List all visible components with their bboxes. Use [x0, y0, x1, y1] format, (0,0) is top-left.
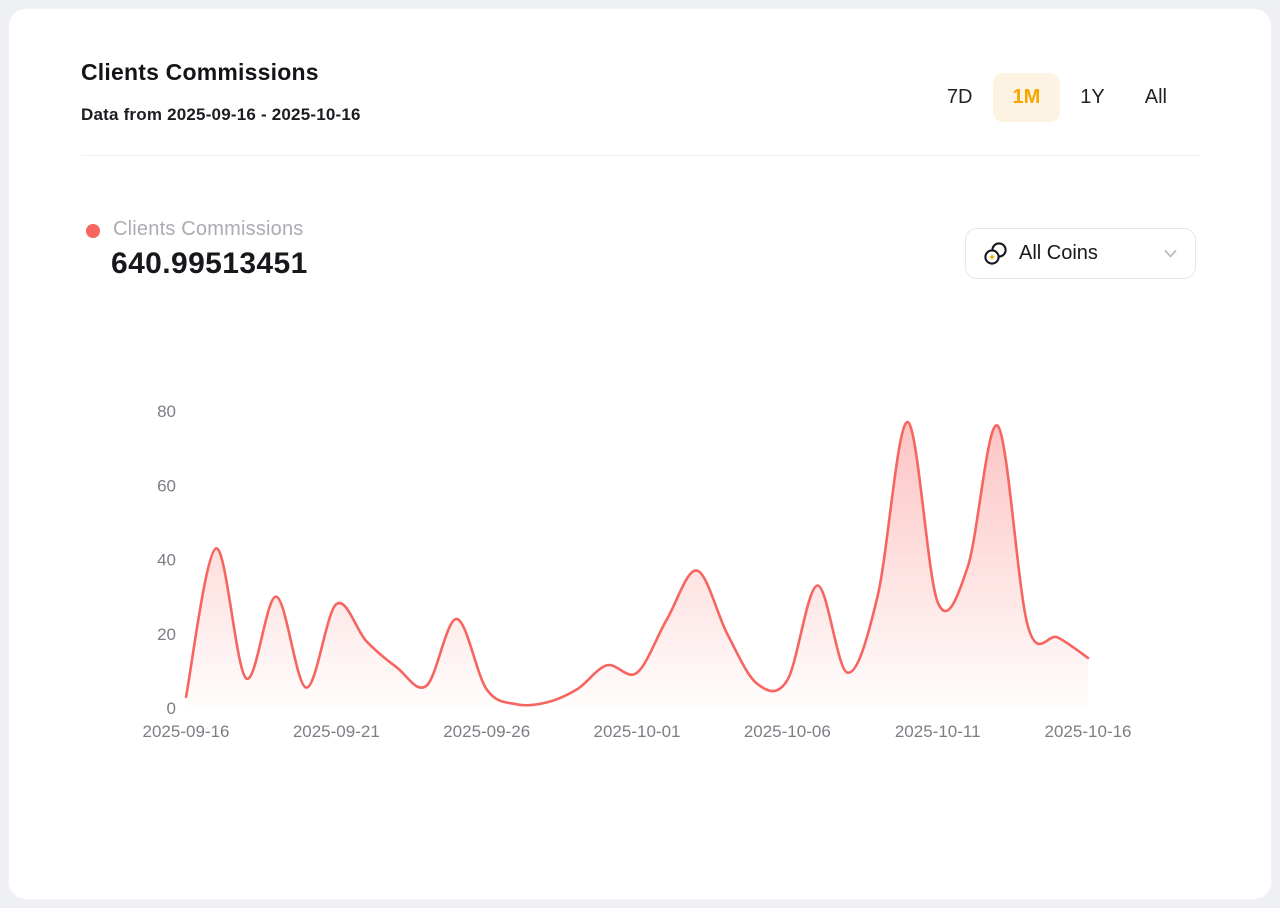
y-axis-tick: 60 [157, 476, 176, 495]
clients-commissions-card: Clients Commissions Data from 2025-09-16… [8, 8, 1272, 900]
chart-area: 0 20 40 60 80 2025-09-16 2025-09-21 2025-09-26… [101, 391, 1161, 761]
range-button-7d[interactable]: 7D [927, 73, 993, 122]
x-axis-tick: 2025-09-16 [143, 722, 230, 741]
y-axis-tick: 0 [167, 699, 176, 718]
commissions-total-value: 640.99513451 [111, 247, 308, 281]
range-button-1m[interactable]: 1M [993, 73, 1061, 122]
chevron-down-icon [1162, 245, 1179, 262]
page: { "card": { "title": "Clients Commission… [0, 0, 1280, 908]
x-axis-tick: 2025-09-26 [443, 722, 530, 741]
x-axis-tick: 2025-10-01 [594, 722, 681, 741]
coin-filter-dropdown[interactable]: All Coins [965, 228, 1196, 279]
x-axis-tick: 2025-09-21 [293, 722, 380, 741]
x-axis-labels: 2025-09-16 2025-09-21 2025-09-26 2025-10-01… [143, 722, 1132, 741]
y-axis-tick: 20 [157, 625, 176, 644]
header-divider [81, 155, 1201, 156]
y-axis-tick: 80 [157, 402, 176, 421]
time-range-selector: 7D 1M 1Y All [927, 73, 1187, 122]
x-axis-tick: 2025-10-11 [895, 722, 981, 741]
coin-filter-label: All Coins [1019, 242, 1151, 265]
page-title: Clients Commissions [81, 59, 319, 86]
x-axis-tick: 2025-10-16 [1045, 722, 1132, 741]
y-axis-tick: 40 [157, 551, 176, 570]
x-axis-tick: 2025-10-06 [744, 722, 831, 741]
legend-dot [86, 224, 100, 238]
date-range-subtitle: Data from 2025-09-16 - 2025-10-16 [81, 105, 361, 125]
y-axis-labels: 0 20 40 60 80 [157, 402, 176, 718]
range-button-all[interactable]: All [1125, 73, 1187, 122]
commissions-area-chart[interactable]: 0 20 40 60 80 2025-09-16 2025-09-21 2025-09-26… [101, 391, 1161, 761]
coins-icon [983, 241, 1008, 266]
legend-label: Clients Commissions [113, 218, 304, 241]
series-fill [186, 422, 1088, 708]
range-button-1y[interactable]: 1Y [1060, 73, 1124, 122]
